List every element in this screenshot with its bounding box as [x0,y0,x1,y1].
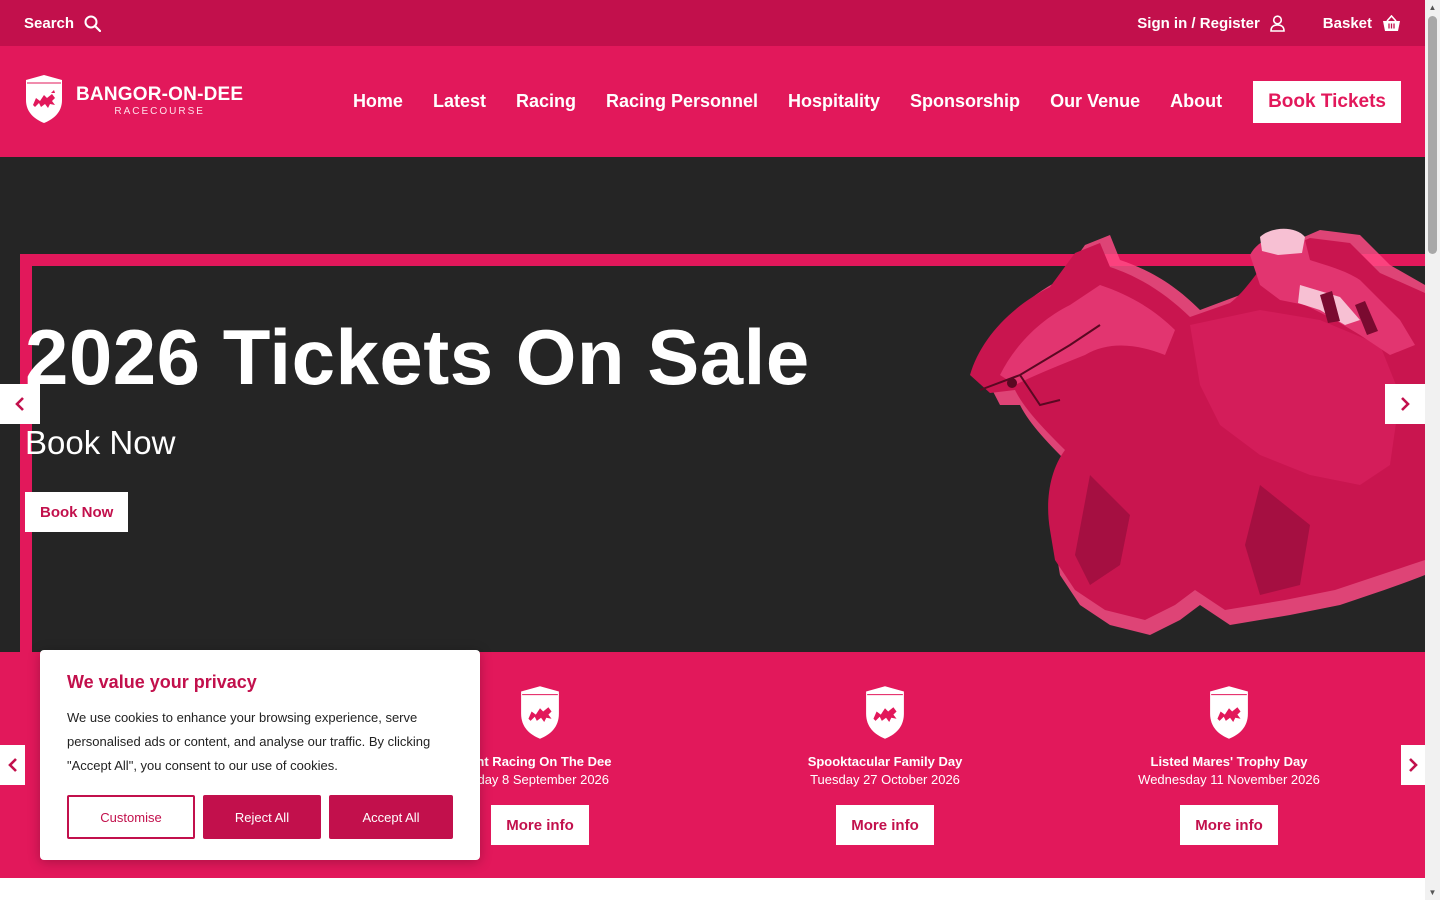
chevron-right-icon [1399,396,1411,412]
signin-link[interactable]: Sign in / Register [1137,15,1285,32]
logo-subtitle: RACECOURSE [114,105,205,117]
event-name: Spooktacular Family Day [807,754,963,769]
dragon-shield-icon [24,74,64,129]
event-name: Listed Mares' Trophy Day [1150,754,1308,769]
chevron-left-icon [7,757,19,773]
event-date: sday 8 September 2026 [470,772,610,787]
more-info-button[interactable]: More info [491,805,589,845]
cookie-buttons: Customise Reject All Accept All [67,795,453,839]
top-right-group: Sign in / Register Basket [1099,14,1401,32]
scroll-thumb[interactable] [1428,16,1437,254]
more-info-button[interactable]: More info [836,805,934,845]
event-card: Spooktacular Family Day Tuesday 27 Octob… [715,652,1055,878]
hero-book-now-button[interactable]: Book Now [25,492,129,532]
horse-jockey-image [970,228,1425,635]
customise-button[interactable]: Customise [67,795,195,839]
basket-icon [1382,14,1401,32]
scrollbar[interactable]: ▲ ▼ [1425,0,1440,900]
nav-item-racing-personnel[interactable]: Racing Personnel [606,91,758,112]
accept-all-button[interactable]: Accept All [329,795,453,839]
hero-prev-button[interactable] [0,384,40,424]
nav-item-home[interactable]: Home [353,91,403,112]
nav-menu: Home Latest Racing Racing Personnel Hosp… [323,80,1401,123]
cookie-consent-banner: We value your privacy We use cookies to … [40,650,480,860]
scroll-down-arrow[interactable]: ▼ [1425,885,1440,900]
more-info-button[interactable]: More info [1180,805,1278,845]
site-logo[interactable]: BANGOR-ON-DEE RACECOURSE [24,74,243,129]
events-next-button[interactable] [1401,745,1425,785]
hero-subtitle: Book Now [25,424,176,461]
nav-item-latest[interactable]: Latest [433,91,486,112]
basket-label: Basket [1322,14,1372,32]
cookie-title: We value your privacy [67,672,257,692]
signin-label: Sign in / Register [1137,14,1260,32]
search-link[interactable]: Search [24,14,102,32]
chevron-left-icon [14,396,26,412]
reject-all-button[interactable]: Reject All [203,795,321,839]
hero-title: 2026 Tickets On Sale [25,313,810,401]
nav-item-sponsorship[interactable]: Sponsorship [910,91,1020,112]
basket-link[interactable]: Basket [1322,14,1401,32]
dragon-shield-icon [864,685,906,745]
nav-item-about[interactable]: About [1170,91,1222,112]
dragon-shield-icon [1208,685,1250,745]
event-card: Listed Mares' Trophy Day Wednesday 11 No… [1059,652,1399,878]
search-label: Search [24,14,75,32]
top-utility-bar: Search Sign in / Register Basket [0,0,1425,46]
nav-item-hospitality[interactable]: Hospitality [788,91,880,112]
nav-item-racing[interactable]: Racing [516,91,576,112]
user-icon [1269,14,1285,32]
logo-name: BANGOR-ON-DEE [76,83,244,105]
hero-slider: 2026 Tickets On Sale Book Now Book Now [0,157,1425,652]
search-icon [84,15,102,32]
scroll-up-arrow[interactable]: ▲ [1425,0,1440,15]
page-bottom [0,878,1425,900]
logo-text: BANGOR-ON-DEE RACECOURSE [76,83,244,119]
events-prev-button[interactable] [0,745,25,785]
nav-item-our-venue[interactable]: Our Venue [1050,91,1140,112]
main-navigation: BANGOR-ON-DEE RACECOURSE Home Latest Rac… [0,46,1425,157]
top-left-group: Search [24,14,102,32]
cookie-text: We use cookies to enhance your browsing … [67,710,431,773]
hero-next-button[interactable] [1385,384,1425,424]
page: Search Sign in / Register Basket BANGOR-… [0,0,1425,900]
event-date: Tuesday 27 October 2026 [810,772,960,787]
event-date: Wednesday 11 November 2026 [1138,772,1320,787]
event-name: ght Racing On The Dee [468,754,612,769]
dragon-shield-icon [519,685,561,745]
chevron-right-icon [1407,757,1419,773]
book-tickets-button[interactable]: Book Tickets [1253,80,1401,123]
